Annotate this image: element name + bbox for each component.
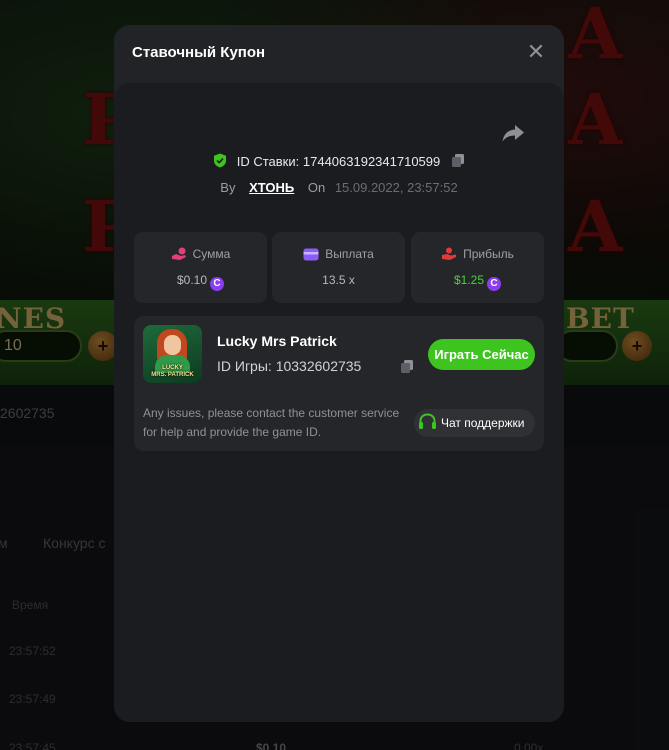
stat-card-amount: Сумма $0.10 C xyxy=(134,232,267,303)
wallet-icon xyxy=(303,248,319,261)
copy-icon[interactable] xyxy=(400,359,414,374)
support-chat-label: Чат поддержки xyxy=(441,416,525,430)
headset-icon xyxy=(419,413,436,429)
hand-coins-icon xyxy=(171,247,186,260)
verified-shield-icon xyxy=(214,153,227,168)
coin-icon: C xyxy=(210,277,225,291)
profit-icon xyxy=(442,247,457,260)
play-now-button[interactable]: Играть Сейчас xyxy=(428,339,535,370)
close-icon: ✕ xyxy=(526,39,546,64)
game-name: Lucky Mrs Patrick xyxy=(217,333,337,349)
game-id-value: 10332602735 xyxy=(275,358,362,374)
coin-icon: C xyxy=(487,277,502,291)
bet-author-row: By ХТОНЬ On 15.09.2022, 23:57:52 xyxy=(114,180,564,195)
copy-icon[interactable] xyxy=(451,153,465,168)
bet-id-row: ID Ставки: 1744063192341710599 xyxy=(114,153,564,169)
share-icon[interactable] xyxy=(501,123,525,143)
stat-value-payout: 13.5 x xyxy=(322,273,355,287)
stat-value-amount: $0.10 xyxy=(176,273,208,287)
stat-card-payout: Выплата 13.5 x xyxy=(272,232,405,303)
help-text: Any issues, please contact the customer … xyxy=(143,406,400,439)
game-thumbnail-logo: LUCKY MRS. PATRICK xyxy=(151,365,194,378)
bet-date: 15.09.2022, 23:57:52 xyxy=(334,180,458,195)
modal-title: Ставочный Купон xyxy=(132,44,266,61)
stat-value-profit: $1.25 xyxy=(453,273,485,287)
on-label: On xyxy=(307,180,326,195)
support-chat-button[interactable]: Чат поддержки xyxy=(414,409,535,437)
bet-id-label: ID Ставки: xyxy=(236,154,300,169)
close-button[interactable]: ✕ xyxy=(526,41,546,63)
bet-id-value: 1744063192341710599 xyxy=(302,154,441,169)
by-label: By xyxy=(220,180,236,195)
bet-slip-body: ID Ставки: 1744063192341710599 By ХТОНЬ … xyxy=(114,83,564,722)
stat-label-profit: Прибыль xyxy=(463,247,514,261)
stat-label-payout: Выплата xyxy=(325,247,374,261)
game-thumbnail[interactable]: LUCKY MRS. PATRICK xyxy=(143,325,202,383)
stat-card-profit: Прибыль $1.25 C xyxy=(411,232,544,303)
game-card: LUCKY MRS. PATRICK Lucky Mrs Patrick ID … xyxy=(134,316,544,451)
username-link[interactable]: ХТОНЬ xyxy=(249,180,294,195)
stat-label-amount: Сумма xyxy=(192,247,231,261)
game-id-row: ID Игры: 10332602735 xyxy=(217,358,361,374)
bet-slip-modal: Ставочный Купон ✕ ID Ставки: 17440631923… xyxy=(114,25,564,722)
game-id-label: ID Игры: xyxy=(217,358,272,374)
